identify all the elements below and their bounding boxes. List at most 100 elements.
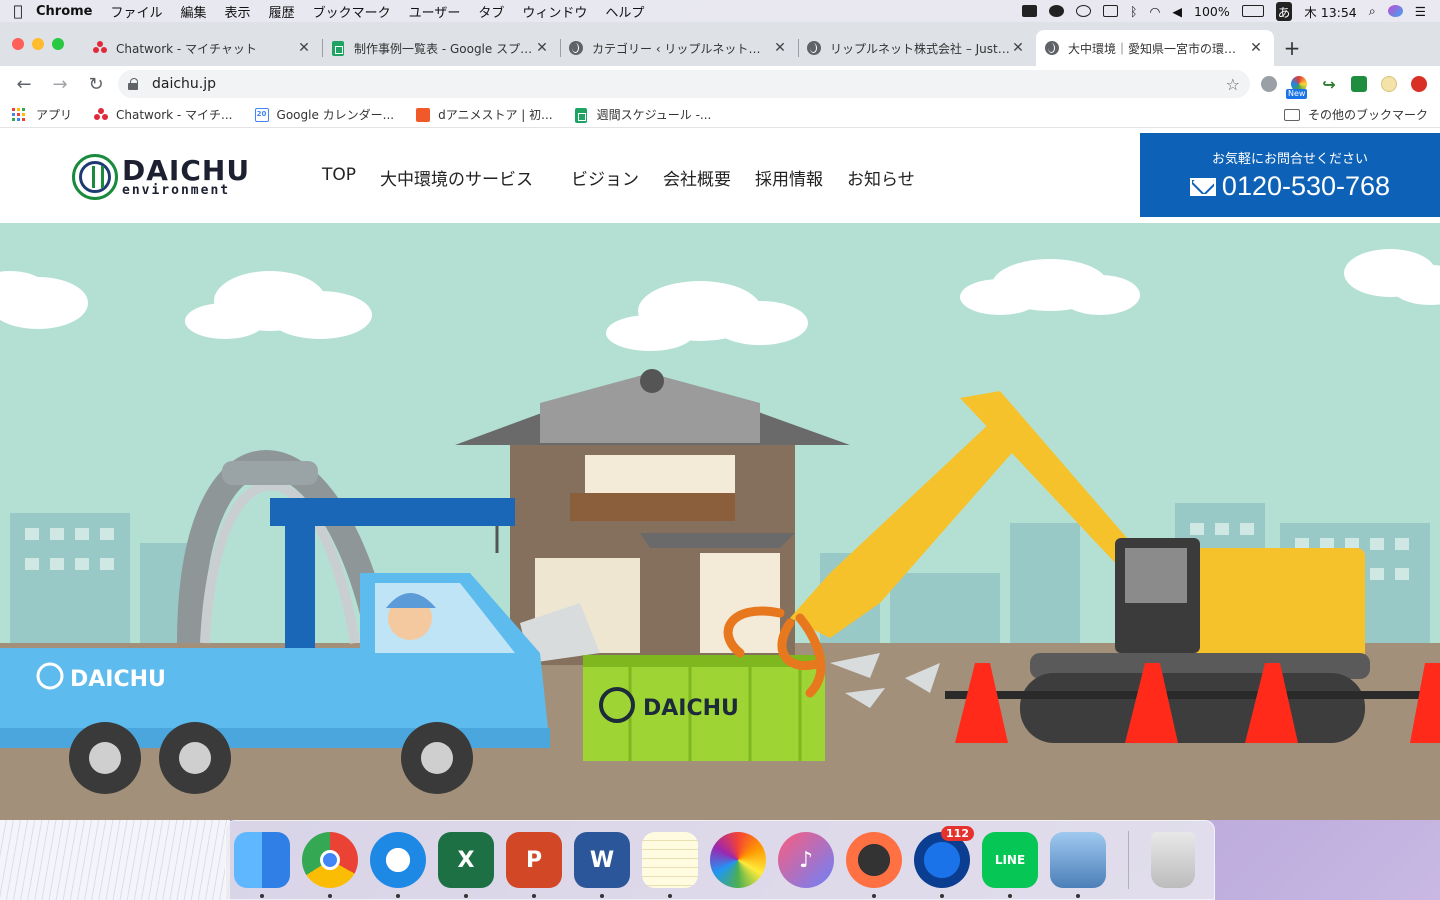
nav-vision[interactable]: ビジョン	[571, 165, 639, 190]
rainbow-extension-icon[interactable]: New	[1286, 73, 1310, 99]
dock-chrome-icon[interactable]	[302, 832, 358, 898]
menu-file[interactable]: ファイル	[111, 2, 163, 21]
menubar-app-name[interactable]: Chrome	[36, 4, 93, 19]
bookmark-apps[interactable]: アプリ	[12, 106, 72, 123]
bookmark-star-icon[interactable]: ☆	[1226, 75, 1240, 94]
bookmark-weekly-schedule[interactable]: 週間スケジュール -...	[574, 106, 712, 123]
bookmark-danime[interactable]: dアニメストア | 初...	[416, 106, 553, 123]
dock-pixelmator-icon[interactable]	[846, 832, 902, 898]
arrow-extension-icon[interactable]: ↪	[1318, 73, 1340, 95]
globe-icon	[1044, 40, 1060, 56]
house-roof-ornament	[640, 369, 664, 393]
dock-finder-icon[interactable]	[234, 832, 290, 898]
crane-post	[285, 498, 315, 648]
sheets-icon	[574, 107, 589, 123]
dock-photos-icon[interactable]	[710, 832, 766, 888]
menu-history[interactable]: 履歴	[269, 2, 295, 21]
bookmark-google-calendar[interactable]: 20 Google カレンダー...	[254, 106, 395, 123]
wifi-icon[interactable]: ◠	[1149, 4, 1160, 19]
dock-excel-icon[interactable]: X	[438, 832, 494, 898]
nav-recruit[interactable]: 採用情報	[755, 165, 823, 190]
dock-safari-icon[interactable]	[370, 832, 426, 898]
menu-bookmarks[interactable]: ブックマーク	[313, 2, 391, 21]
volume-icon[interactable]: ◀	[1172, 4, 1182, 19]
dock-notes-icon[interactable]	[642, 832, 698, 898]
search-icon[interactable]: ⌕	[1369, 3, 1376, 19]
battery-icon[interactable]	[1241, 5, 1264, 17]
address-bar[interactable]: daichu.jp ☆	[118, 70, 1250, 98]
tab-chatwork[interactable]: Chatwork - マイチャット ✕	[84, 30, 322, 66]
siri-icon[interactable]	[1387, 5, 1403, 17]
list-icon[interactable]: ☰	[1415, 4, 1426, 19]
container-logo-icon	[599, 687, 635, 723]
excavator-track	[1020, 673, 1365, 743]
dock-word-icon[interactable]: W	[574, 832, 630, 898]
menu-user[interactable]: ユーザー	[409, 2, 461, 21]
lock-icon[interactable]	[128, 78, 138, 90]
excavator-window	[1125, 548, 1187, 603]
update-icon[interactable]	[1408, 73, 1430, 95]
creative-cloud-icon[interactable]	[1048, 5, 1064, 17]
dock-preview-icon[interactable]	[1050, 832, 1106, 898]
bookmark-label: 週間スケジュール -...	[596, 108, 712, 122]
tab-spreadsheet[interactable]: 制作事例一覧表 - Google スプレッドシート ✕	[322, 30, 560, 66]
screen-extension-icon[interactable]	[1348, 73, 1370, 95]
menu-window[interactable]: ウィンドウ	[522, 2, 587, 21]
extension-new-badge: New	[1286, 89, 1308, 99]
forward-icon[interactable]: →	[46, 70, 74, 98]
dock-itunes-icon[interactable]: ♪	[778, 832, 834, 888]
tab-close-icon[interactable]: ✕	[772, 40, 788, 56]
menu-help[interactable]: ヘルプ	[605, 2, 644, 21]
dock-thunderbird-icon[interactable]: 112	[914, 826, 974, 898]
dock-separator	[1128, 831, 1129, 889]
tab-close-icon[interactable]: ✕	[296, 40, 312, 56]
tab-close-icon[interactable]: ✕	[1248, 40, 1264, 56]
bluetooth-icon[interactable]: ᛒ	[1130, 4, 1138, 19]
url-text[interactable]: daichu.jp	[152, 76, 1226, 92]
logo-subtext: environment	[122, 183, 231, 198]
nav-news[interactable]: お知らせ	[847, 165, 915, 190]
tab-title: カテゴリー ‹ リップルネット株式会社	[592, 41, 772, 56]
tab-category[interactable]: カテゴリー ‹ リップルネット株式会社 ✕	[560, 30, 798, 66]
window-controls	[0, 22, 84, 66]
nav-services[interactable]: 大中環境のサービス	[380, 165, 533, 190]
clock[interactable]: 木 13:54	[1304, 2, 1357, 21]
bookmark-chatwork[interactable]: Chatwork - マイチ...	[94, 106, 233, 123]
profile-avatar[interactable]	[1378, 73, 1400, 95]
zoom-window-button[interactable]	[52, 38, 64, 50]
menubar:  Chrome ファイル 編集 表示 履歴 ブックマーク ユーザー タブ ウィ…	[0, 0, 1440, 22]
reload-icon[interactable]: ↻	[82, 70, 110, 98]
nav-company[interactable]: 会社概要	[663, 165, 731, 190]
apps-icon	[12, 107, 26, 122]
line-icon[interactable]	[1075, 5, 1091, 17]
site-nav: TOP 大中環境のサービス ビジョン 会社概要 採用情報 お知らせ	[322, 165, 939, 190]
menu-edit[interactable]: 編集	[181, 2, 207, 21]
tab-daichu[interactable]: 大中環境｜愛知県一宮市の環境総合 ✕	[1036, 30, 1274, 66]
bookmark-other-folder[interactable]: その他のブックマーク	[1283, 106, 1428, 123]
apple-menu-icon[interactable]: 	[0, 2, 36, 20]
dock-line-icon[interactable]: LINE	[982, 832, 1038, 898]
back-icon[interactable]: ←	[10, 70, 38, 98]
contact-button[interactable]: お気軽にお問合せください 0120-530-768	[1140, 133, 1440, 217]
bookmark-label: dアニメストア | 初...	[438, 108, 553, 122]
tab-ripplenet[interactable]: リップルネット株式会社 – Just another ✕	[798, 30, 1036, 66]
close-window-button[interactable]	[12, 38, 24, 50]
tab-close-icon[interactable]: ✕	[1010, 40, 1026, 56]
menu-view[interactable]: 表示	[225, 2, 251, 21]
site-header: DAICHU environment TOP 大中環境のサービス ビジョン 会社…	[0, 133, 1440, 223]
input-method[interactable]: あ	[1275, 1, 1293, 21]
chat-extension-icon[interactable]	[1258, 73, 1280, 95]
minimize-window-button[interactable]	[32, 38, 44, 50]
dock-powerpoint-icon[interactable]: P	[506, 832, 562, 898]
dock-trash-icon[interactable]	[1151, 832, 1195, 888]
truck-brand: DAICHU	[70, 667, 166, 692]
nav-top[interactable]: TOP	[322, 165, 356, 190]
menu-tab[interactable]: タブ	[478, 2, 504, 21]
site-logo[interactable]: DAICHU environment	[72, 153, 274, 201]
dropbox-icon[interactable]	[1021, 5, 1037, 17]
browser-window: Chatwork - マイチャット ✕ 制作事例一覧表 - Google スプレ…	[0, 22, 1440, 820]
bookmark-label: Google カレンダー...	[276, 108, 395, 122]
tab-close-icon[interactable]: ✕	[534, 40, 550, 56]
screen-icon[interactable]	[1102, 5, 1118, 17]
new-tab-button[interactable]: +	[1274, 30, 1310, 66]
